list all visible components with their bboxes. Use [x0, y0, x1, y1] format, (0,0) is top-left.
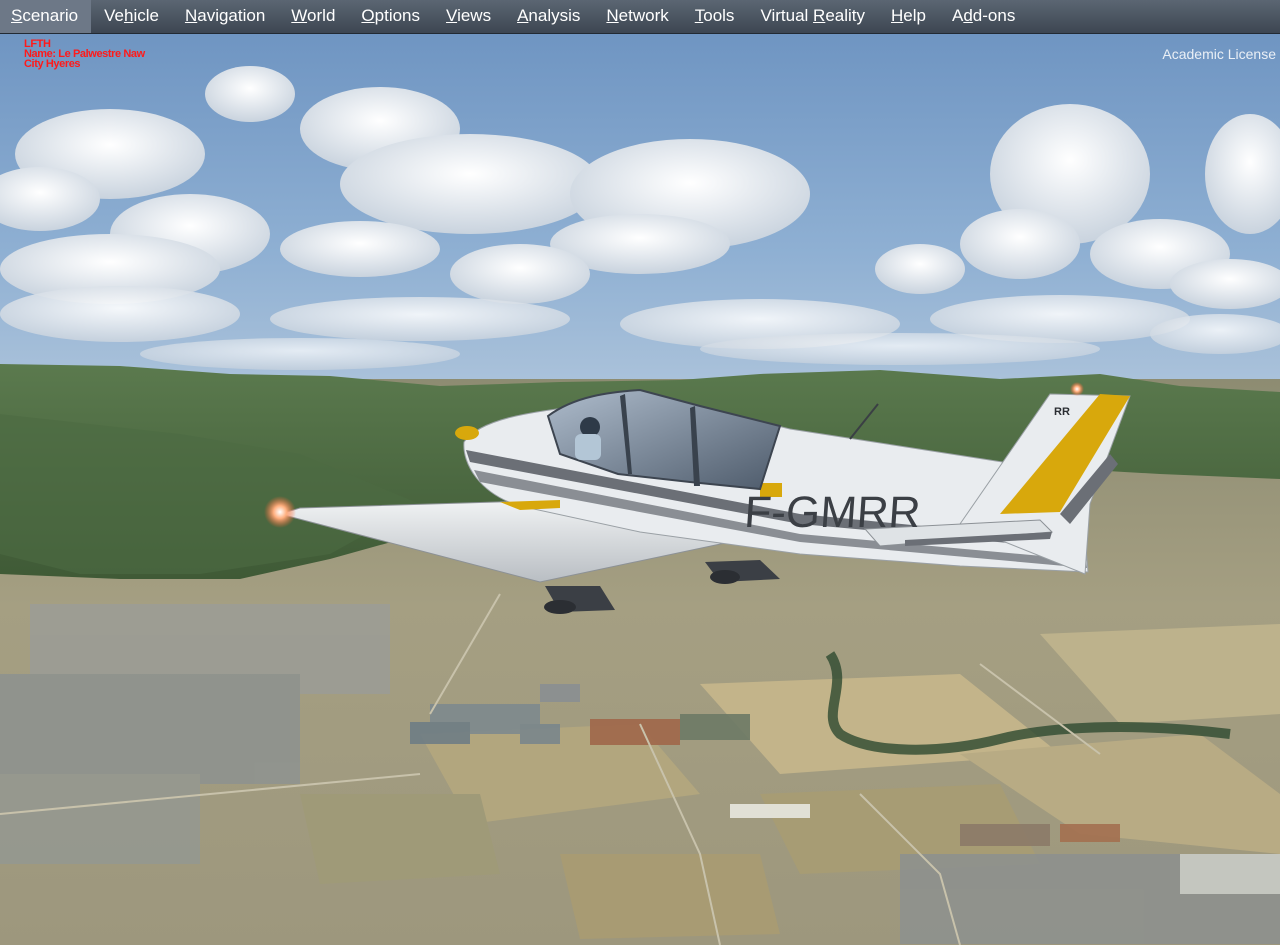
menu-virtual-reality[interactable]: Virtual Reality: [747, 0, 878, 33]
menu-help[interactable]: Help: [878, 0, 939, 33]
airport-city: City Hyeres: [24, 58, 81, 70]
flight-scene-view[interactable]: F-GMRR RR: [0, 34, 1280, 945]
menu-scenario[interactable]: Scenario: [0, 0, 92, 33]
menu-options[interactable]: Options: [348, 0, 433, 33]
menu-views[interactable]: Views: [433, 0, 504, 33]
menu-analysis[interactable]: Analysis: [504, 0, 593, 33]
menu-navigation[interactable]: Navigation: [172, 0, 278, 33]
menu-network[interactable]: Network: [593, 0, 681, 33]
license-watermark: Academic License: [1162, 46, 1276, 62]
airport-info-overlay: LFTH Name: Le Palwestre Naw City Hyeres: [24, 39, 145, 70]
tail-code-marking: RR: [1054, 406, 1070, 418]
menu-add-ons[interactable]: Add-ons: [939, 0, 1028, 33]
menu-world[interactable]: World: [278, 0, 348, 33]
menu-bar: Scenario Vehicle Navigation World Options Vie…: [0, 0, 1280, 34]
registration-marking: F-GMRR: [743, 488, 922, 537]
menu-tools[interactable]: Tools: [682, 0, 748, 33]
menu-vehicle[interactable]: Vehicle: [91, 0, 172, 33]
